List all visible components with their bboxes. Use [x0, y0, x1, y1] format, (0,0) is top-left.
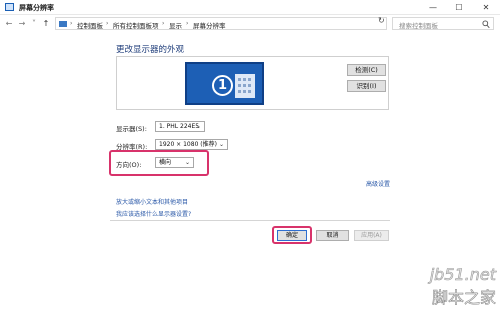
chevron-down-icon: ⌄ — [195, 123, 201, 130]
refresh-icon[interactable]: ↻ — [378, 16, 385, 25]
search-icon — [482, 20, 490, 29]
orientation-select[interactable]: 横向 ⌄ — [155, 157, 194, 168]
breadcrumb-item-screen-resolution[interactable]: 屏幕分辨率 — [193, 20, 226, 30]
resolution-select[interactable]: 1920 × 1080 (推荐) ⌄ — [155, 139, 228, 150]
page-title: 更改显示器的外观 — [116, 45, 185, 55]
display-settings-icon — [5, 3, 14, 11]
monitor-number: 1 — [212, 75, 233, 96]
monitor-tiles-icon — [235, 74, 255, 98]
search-placeholder: 搜索控制面板 — [399, 22, 438, 30]
search-input[interactable]: 搜索控制面板 — [392, 17, 494, 30]
forward-arrow-icon[interactable]: → — [17, 18, 27, 29]
window-title: 屏幕分辨率 — [19, 4, 54, 12]
address-bar-row: ← → ˅ ↑ › 控制面板 › 所有控制面板项 › 显示 › 屏幕分辨率 ↻ … — [0, 15, 500, 32]
display-select[interactable]: 1. PHL 224E5 ⌄ — [155, 121, 205, 132]
address-field[interactable]: › 控制面板 › 所有控制面板项 › 显示 › 屏幕分辨率 — [55, 17, 387, 30]
advanced-settings-link[interactable]: 高级设置 — [366, 179, 390, 188]
control-panel-icon — [59, 21, 67, 27]
watermark-site: jb51.net — [429, 265, 496, 285]
chevron-down-icon: ⌄ — [218, 141, 224, 148]
back-arrow-icon[interactable]: ← — [4, 18, 14, 29]
identify-button[interactable]: 识别(I) — [347, 80, 386, 92]
apply-button[interactable]: 应用(A) — [354, 230, 389, 241]
breadcrumb-item-all-items[interactable]: 所有控制面板项 — [113, 20, 159, 30]
breadcrumb-separator-icon: › — [162, 20, 165, 27]
breadcrumb-item-display[interactable]: 显示 — [169, 20, 182, 30]
orientation-value: 横向 — [159, 159, 172, 166]
ok-button[interactable]: 确定 — [277, 230, 307, 241]
breadcrumb-separator-icon: › — [186, 20, 189, 27]
monitor-1-graphic[interactable]: 1 — [185, 62, 264, 105]
display-label: 显示器(S): — [116, 125, 147, 133]
maximize-button[interactable]: ☐ — [446, 0, 472, 15]
breadcrumb-separator-icon: › — [70, 20, 73, 27]
recent-dropdown-icon[interactable]: ˅ — [29, 18, 39, 29]
detect-button[interactable]: 检测(C) — [347, 64, 386, 76]
chevron-down-icon: ⌄ — [184, 159, 190, 166]
display-preview: 1 检测(C) 识别(I) — [116, 56, 389, 110]
cancel-button[interactable]: 取消 — [316, 230, 349, 241]
divider — [110, 220, 390, 221]
orientation-label: 方向(O): — [116, 161, 142, 169]
resolution-value: 1920 × 1080 (推荐) — [159, 141, 217, 148]
minimize-button[interactable]: — — [420, 0, 446, 15]
title-bar: 屏幕分辨率 — ☐ ✕ — [0, 0, 500, 15]
display-value: 1. PHL 224E5 — [159, 123, 200, 130]
text-size-link[interactable]: 放大或缩小文本和其他项目 — [116, 197, 188, 206]
breadcrumb-item-control-panel[interactable]: 控制面板 — [77, 20, 103, 30]
up-arrow-icon[interactable]: ↑ — [41, 18, 51, 29]
help-link[interactable]: 我应该选择什么显示器设置? — [116, 209, 191, 218]
watermark-name: 脚本之家 — [431, 288, 497, 308]
site-watermark: jb51.net 脚本之家 — [429, 265, 497, 308]
close-button[interactable]: ✕ — [473, 0, 499, 15]
breadcrumb-separator-icon: › — [106, 20, 109, 27]
